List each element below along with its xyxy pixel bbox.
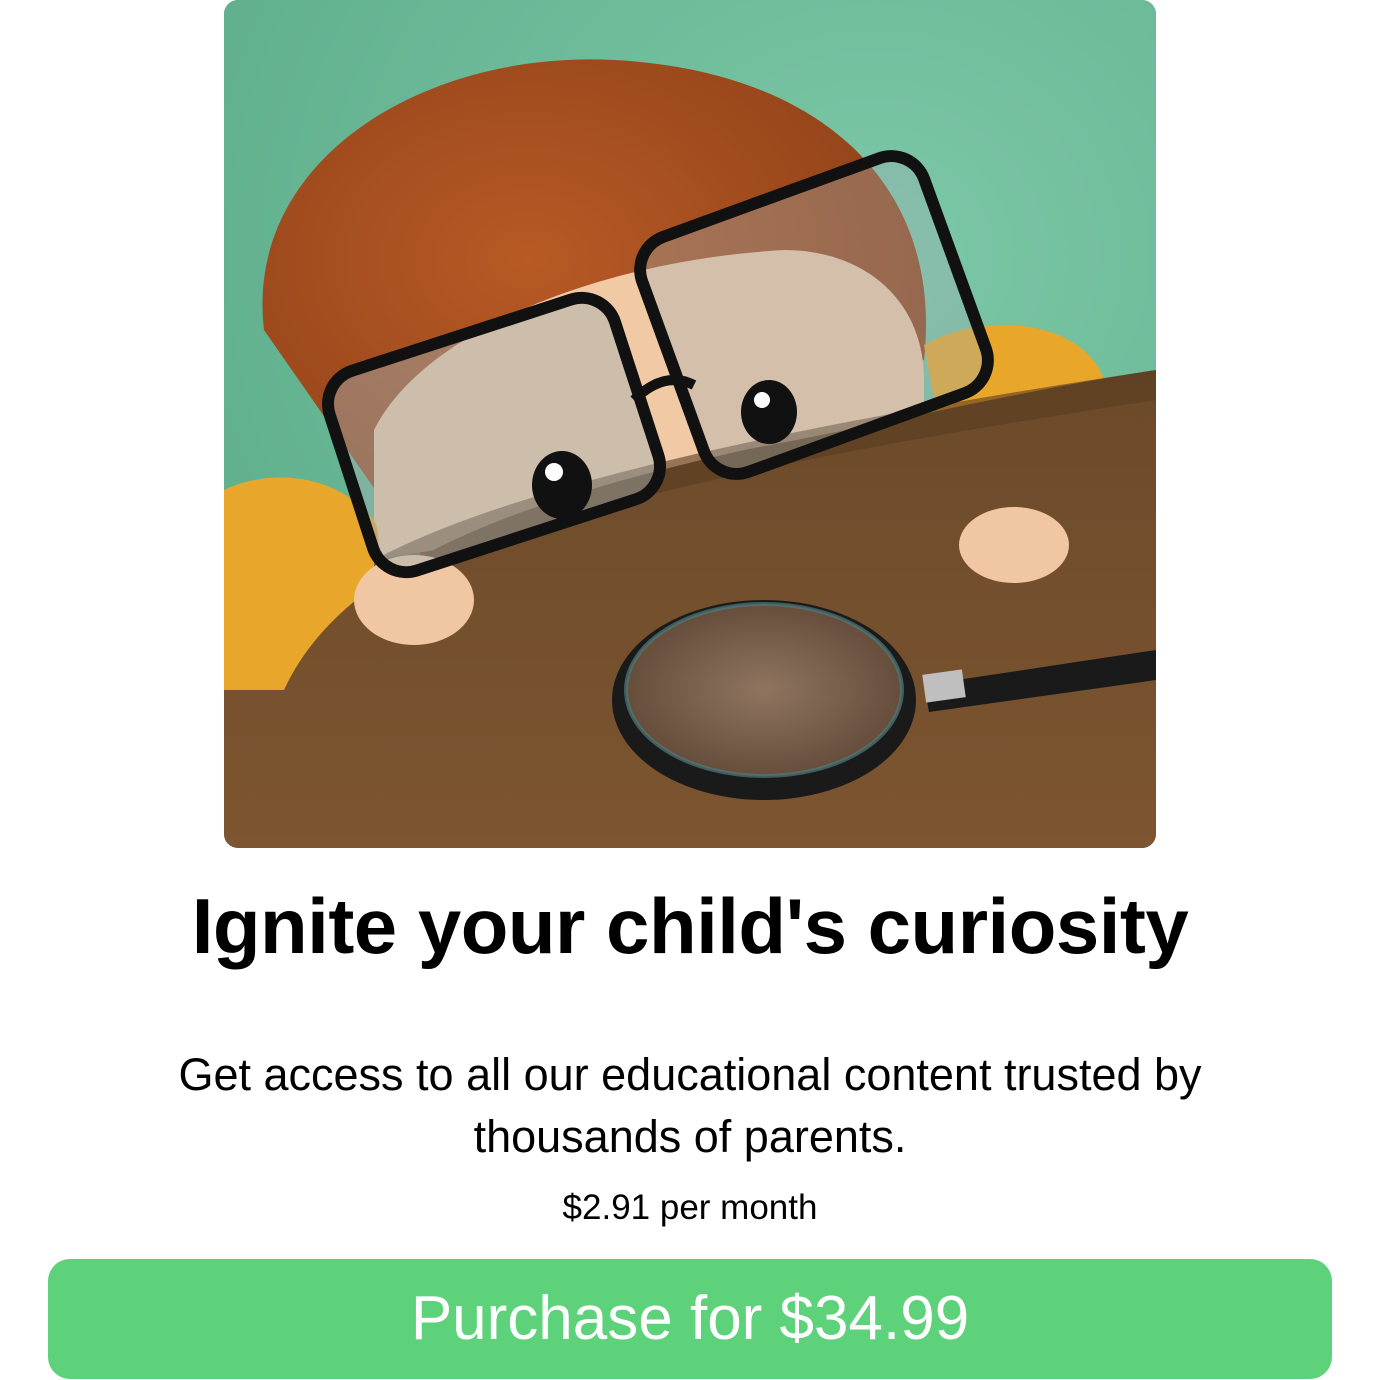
child-magnifier-illustration: [224, 0, 1156, 848]
paywall-screen: Ignite your child's curiosity Get access…: [0, 0, 1380, 1380]
headline: Ignite your child's curiosity: [191, 882, 1189, 970]
hero-illustration: [224, 0, 1156, 848]
purchase-button[interactable]: Purchase for $34.99: [48, 1259, 1332, 1379]
monthly-price-note: $2.91 per month: [562, 1188, 818, 1227]
subtitle: Get access to all our educational conten…: [178, 1049, 1202, 1162]
